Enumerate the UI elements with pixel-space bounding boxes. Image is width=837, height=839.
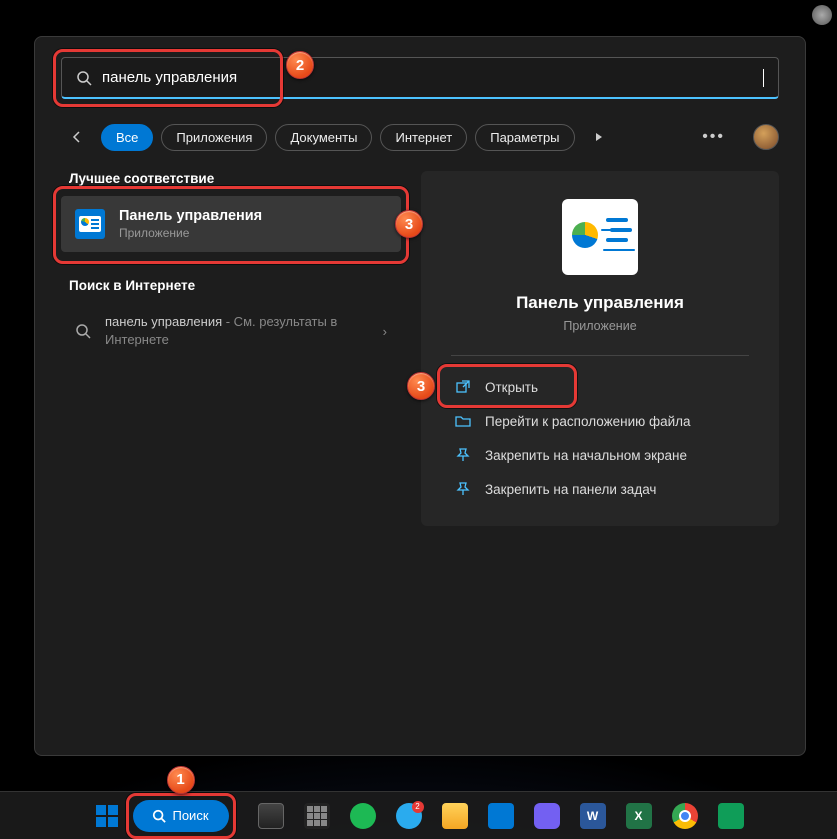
taskbar-app-chrome[interactable] — [665, 796, 705, 836]
preview-app-icon — [562, 199, 638, 275]
search-icon — [76, 70, 92, 86]
taskbar-app-taskview[interactable] — [251, 796, 291, 836]
text-cursor — [763, 69, 764, 87]
search-box[interactable]: панель управления — [61, 57, 779, 99]
chevron-right-icon: › — [383, 324, 387, 339]
taskbar-app-telegram[interactable]: 2 — [389, 796, 429, 836]
action-pin-taskbar[interactable]: Закрепить на панели задач — [443, 472, 757, 506]
best-match-label: Лучшее соответствие — [69, 171, 401, 186]
taskbar-app-explorer[interactable] — [435, 796, 475, 836]
best-match-result[interactable]: Панель управления Приложение — [61, 196, 401, 252]
back-button[interactable] — [61, 121, 93, 153]
search-panel: панель управления 2 Все Приложения Докум… — [34, 36, 806, 756]
taskbar-app-excel[interactable]: X — [619, 796, 659, 836]
more-button[interactable]: ••• — [692, 128, 735, 146]
action-pin-start[interactable]: Закрепить на начальном экране — [443, 438, 757, 472]
taskbar-app-calculator[interactable] — [297, 796, 337, 836]
filter-settings[interactable]: Параметры — [475, 124, 574, 151]
web-search-label: Поиск в Интернете — [69, 278, 401, 293]
pin-icon — [455, 481, 471, 497]
pin-icon — [455, 447, 471, 463]
open-icon — [455, 379, 471, 395]
folder-icon — [455, 413, 471, 429]
preview-pane: Панель управления Приложение Открыть 3 П… — [421, 171, 779, 526]
filter-docs[interactable]: Документы — [275, 124, 372, 151]
user-avatar[interactable] — [753, 124, 779, 150]
preview-title: Панель управления — [431, 293, 769, 313]
annotation-badge-2: 2 — [286, 51, 314, 79]
result-title: Панель управления — [119, 208, 262, 224]
action-file-location[interactable]: Перейти к расположению файла — [443, 404, 757, 438]
control-panel-icon — [75, 209, 105, 239]
annotation-badge-3a: 3 — [395, 210, 423, 238]
filter-all[interactable]: Все — [101, 124, 153, 151]
result-subtitle: Приложение — [119, 226, 262, 240]
action-open[interactable]: Открыть 3 — [443, 370, 757, 404]
filter-web[interactable]: Интернет — [380, 124, 467, 151]
windows-logo-icon — [96, 805, 118, 827]
filter-more-arrow[interactable] — [583, 121, 615, 153]
taskbar-app-sheets[interactable] — [711, 796, 751, 836]
annotation-badge-1: 1 — [167, 766, 195, 794]
start-button[interactable] — [87, 796, 127, 836]
results-column: Лучшее соответствие Панель управления Пр… — [61, 171, 401, 526]
filter-apps[interactable]: Приложения — [161, 124, 267, 151]
preview-subtitle: Приложение — [431, 319, 769, 333]
search-icon — [152, 809, 166, 823]
web-result[interactable]: панель управления - См. результаты в Инт… — [61, 303, 401, 359]
taskbar-search-button[interactable]: Поиск — [133, 800, 229, 832]
filter-row: Все Приложения Документы Интернет Параме… — [61, 121, 779, 153]
search-icon — [75, 323, 91, 339]
annotation-badge-3b: 3 — [407, 372, 435, 400]
search-input-text[interactable]: панель управления — [102, 69, 763, 86]
taskbar-app-word[interactable]: W — [573, 796, 613, 836]
taskbar: Поиск 1 2 W X — [0, 791, 837, 839]
taskbar-app-spotify[interactable] — [343, 796, 383, 836]
divider — [451, 355, 749, 356]
taskbar-app-phone[interactable] — [481, 796, 521, 836]
taskbar-app-viber[interactable] — [527, 796, 567, 836]
